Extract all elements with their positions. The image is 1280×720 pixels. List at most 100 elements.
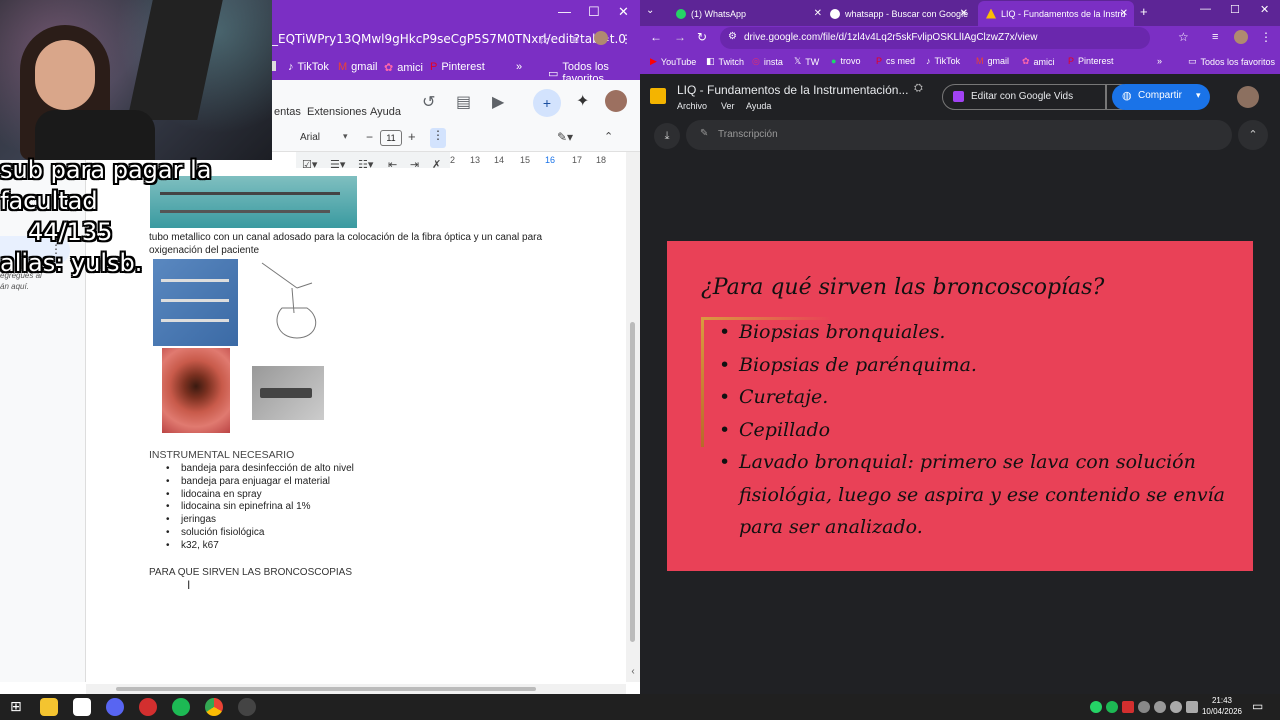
menu-extensiones[interactable]: Extensiones bbox=[307, 106, 367, 118]
close-button[interactable]: ✕ bbox=[1260, 3, 1269, 16]
bookmark-tiktok[interactable]: ♪ TikTok bbox=[288, 61, 329, 73]
site-info-icon[interactable]: ⚙ bbox=[728, 31, 737, 42]
collapse-icon[interactable]: ⌃ bbox=[604, 130, 613, 143]
menu-dots-icon[interactable]: ⋮ bbox=[1260, 30, 1272, 44]
share-dropdown-icon[interactable]: ▾ bbox=[1196, 90, 1201, 101]
menu-dots-icon[interactable]: ⋮ bbox=[620, 32, 632, 46]
download-icon[interactable]: ⤓ bbox=[654, 123, 680, 149]
bookmark-gmail[interactable]: Mgmail bbox=[338, 61, 377, 73]
account-avatar[interactable] bbox=[1237, 86, 1259, 108]
notifications-icon[interactable]: ▭ bbox=[1252, 699, 1263, 713]
transcript-field[interactable]: ✎ Transcripción bbox=[686, 120, 1232, 150]
bookmark-item[interactable] bbox=[272, 61, 276, 71]
bookmark-star-icon[interactable]: ☆ bbox=[538, 32, 550, 48]
chevron-right-icon[interactable]: » bbox=[1157, 56, 1162, 66]
file-explorer-icon[interactable] bbox=[40, 698, 58, 716]
ruler: 2 13 14 15 16 17 18 bbox=[450, 152, 640, 168]
maximize-button[interactable]: ☐ bbox=[1230, 3, 1240, 16]
share-icon[interactable]: + bbox=[533, 89, 561, 117]
bookmark-csmed[interactable]: Pcs med bbox=[876, 56, 915, 66]
minimize-button[interactable]: — bbox=[1200, 3, 1211, 15]
notepad-icon[interactable] bbox=[73, 698, 91, 716]
wifi-icon[interactable] bbox=[1154, 701, 1166, 713]
app-tray-icon[interactable] bbox=[1122, 701, 1134, 713]
vertical-scrollbar[interactable] bbox=[626, 152, 640, 682]
bookmark-twitch[interactable]: ◧ Twitch bbox=[706, 56, 744, 67]
edit-mode-icon[interactable]: ✎▾ bbox=[557, 130, 573, 144]
maximize-button[interactable]: ☐ bbox=[588, 4, 600, 20]
webcam-overlay bbox=[0, 0, 272, 160]
list-item: • lidocaina en spray bbox=[166, 488, 262, 500]
clock-time[interactable]: 21:43 bbox=[1206, 696, 1238, 705]
playlist-icon[interactable]: ≡ bbox=[572, 33, 579, 47]
increase-font-button[interactable]: + bbox=[408, 129, 416, 144]
comments-icon[interactable]: ▤ bbox=[456, 92, 471, 112]
profile-avatar[interactable] bbox=[1234, 30, 1248, 44]
bookmark-star-icon[interactable]: ☆ bbox=[1178, 30, 1189, 44]
minimize-button[interactable]: — bbox=[558, 4, 571, 19]
font-dropdown-icon[interactable]: ▾ bbox=[343, 131, 348, 142]
steam-tray-icon[interactable] bbox=[1138, 701, 1150, 713]
url-field[interactable]: ⚙ drive.google.com/file/d/1zl4v4Lq2r5skF… bbox=[720, 27, 1150, 49]
bookmark-insta[interactable]: ◎ insta bbox=[752, 56, 783, 67]
scrollbar-thumb[interactable] bbox=[116, 687, 536, 691]
menu-archivo[interactable]: Archivo bbox=[677, 101, 707, 111]
font-family-select[interactable]: Arial bbox=[300, 132, 320, 143]
all-bookmarks[interactable]: ▭ Todos los favoritos bbox=[1188, 56, 1275, 67]
bookmark-tiktok[interactable]: ♪ TikTok bbox=[926, 56, 960, 66]
cloud-status-icon[interactable]: ⛭ bbox=[914, 82, 923, 95]
forward-icon[interactable]: → bbox=[674, 30, 686, 44]
obs-icon[interactable] bbox=[238, 698, 256, 716]
account-avatar[interactable] bbox=[605, 90, 627, 112]
new-tab-button[interactable]: + bbox=[1140, 4, 1148, 19]
meet-icon[interactable]: ▶ bbox=[492, 92, 504, 112]
bookmark-amici[interactable]: ✿ amici bbox=[1022, 56, 1055, 67]
volume-icon[interactable] bbox=[1170, 701, 1182, 713]
start-button[interactable]: ⊞ bbox=[10, 698, 22, 715]
tab-drive-file[interactable]: LIQ - Fundamentos de la Instru ✕ bbox=[978, 1, 1134, 26]
reload-icon[interactable]: ↻ bbox=[697, 30, 707, 44]
tab-google-search[interactable]: whatsapp - Buscar con Google ✕ bbox=[822, 1, 974, 26]
menu-item[interactable]: entas bbox=[274, 106, 301, 118]
horizontal-scrollbar[interactable] bbox=[86, 684, 626, 694]
bookmark-pinterest[interactable]: P Pinterest bbox=[1068, 56, 1114, 66]
collapse-panel-icon[interactable]: ‹ bbox=[626, 666, 640, 682]
menu-ver[interactable]: Ver bbox=[721, 101, 735, 111]
profile-avatar[interactable] bbox=[594, 31, 608, 45]
clock-date[interactable]: 10/04/2026 bbox=[1199, 707, 1245, 716]
close-tab-icon[interactable]: ✕ bbox=[814, 8, 822, 19]
playlist-icon[interactable]: ≡ bbox=[1212, 31, 1218, 43]
app-icon[interactable] bbox=[139, 698, 157, 716]
font-size-input[interactable]: 11 bbox=[380, 130, 402, 146]
chrome-icon[interactable] bbox=[205, 698, 223, 716]
right-bookmarks-bar: ▶ YouTube ◧ Twitch ◎ insta 𝕏 TW ● trovo Pcs m… bbox=[640, 50, 1280, 74]
spotify-tray-icon[interactable] bbox=[1106, 701, 1118, 713]
tab-search-icon[interactable]: ⌄ bbox=[646, 5, 654, 16]
whatsapp-tray-icon[interactable] bbox=[1090, 701, 1102, 713]
bookmark-trovo[interactable]: ● trovo bbox=[831, 56, 860, 66]
discord-icon[interactable] bbox=[106, 698, 124, 716]
bookmark-pinterest[interactable]: P Pinterest bbox=[430, 61, 485, 73]
history-icon[interactable]: ↺ bbox=[422, 92, 435, 112]
close-tab-icon[interactable]: ✕ bbox=[1120, 8, 1128, 19]
edit-with-vids-button[interactable]: Editar con Google Vids bbox=[942, 84, 1106, 110]
spotify-icon[interactable] bbox=[172, 698, 190, 716]
close-tab-icon[interactable]: ✕ bbox=[960, 8, 968, 19]
menu-ayuda[interactable]: Ayuda bbox=[370, 106, 401, 118]
bookmark-gmail[interactable]: Mgmail bbox=[976, 56, 1009, 66]
tab-whatsapp[interactable]: (1) WhatsApp ✕ bbox=[668, 1, 828, 26]
gemini-icon[interactable]: ✦ bbox=[576, 91, 589, 111]
chevron-right-icon[interactable]: » bbox=[516, 61, 522, 73]
close-button[interactable]: ✕ bbox=[618, 4, 629, 20]
menu-ayuda[interactable]: Ayuda bbox=[746, 101, 771, 111]
bookmark-amici[interactable]: ✿ amici bbox=[384, 61, 423, 75]
decrease-font-button[interactable]: − bbox=[366, 130, 373, 144]
expand-icon[interactable]: ⌃ bbox=[1238, 120, 1268, 150]
scrollbar-thumb[interactable] bbox=[630, 322, 635, 642]
bookmark-tw[interactable]: 𝕏 TW bbox=[794, 56, 819, 67]
bookmark-youtube[interactable]: ▶ YouTube bbox=[650, 56, 696, 67]
back-icon[interactable]: ← bbox=[650, 30, 662, 44]
share-button[interactable]: ◍ Compartir ▾ bbox=[1112, 84, 1210, 110]
more-options-icon[interactable]: ⋮ bbox=[430, 128, 446, 148]
battery-icon[interactable] bbox=[1186, 701, 1198, 713]
